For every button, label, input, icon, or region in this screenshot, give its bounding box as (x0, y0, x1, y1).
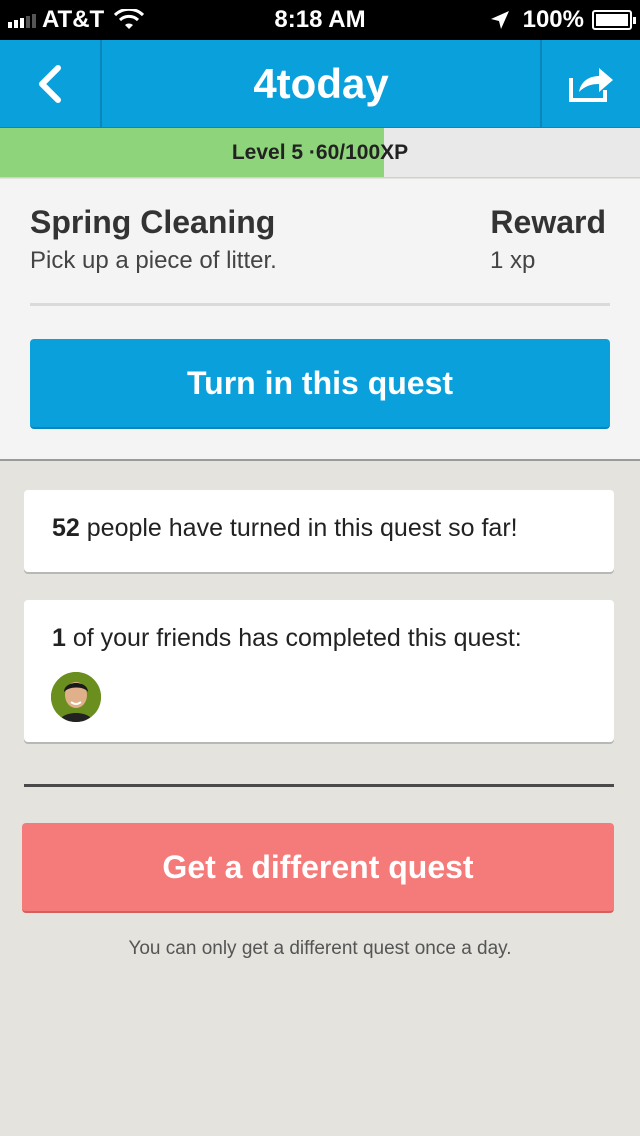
back-button[interactable] (0, 40, 102, 128)
reward-label: Reward (490, 204, 606, 240)
people-stats-text: 52 people have turned in this quest so f… (52, 514, 518, 543)
xp-unit-text: XP (380, 141, 409, 164)
get-different-quest-button[interactable]: Get a different quest (22, 823, 614, 913)
chevron-left-icon (39, 65, 61, 103)
location-arrow-icon (490, 11, 509, 29)
turn-in-quest-button[interactable]: Turn in this quest (30, 339, 610, 429)
people-stats-label: people have turned in this quest so far! (79, 514, 518, 542)
divider (30, 303, 610, 306)
reward-value: 1 xp (490, 247, 536, 274)
section-separator (24, 784, 614, 787)
friends-stats-label: of your friends has completed this quest… (65, 624, 522, 652)
people-stats-card: 52 people have turned in this quest so f… (24, 490, 614, 572)
people-count: 52 (52, 514, 80, 542)
friend-avatar-image (51, 672, 101, 722)
quest-description: Pick up a piece of litter. (30, 247, 277, 274)
friend-avatar[interactable] (51, 672, 101, 722)
battery-percent: 100% (522, 6, 584, 33)
xp-label: Level 5 · 60/100 XP (0, 128, 640, 178)
xp-level-text: Level 5 · (231, 141, 316, 164)
friends-stats-card: 1 of your friends has completed this que… (24, 600, 614, 742)
share-button[interactable] (540, 40, 640, 128)
battery-icon (592, 10, 636, 30)
navigation-bar: 4today (0, 40, 640, 128)
different-quest-note: You can only get a different quest once … (128, 938, 512, 959)
quest-panel: Spring Cleaning Pick up a piece of litte… (0, 179, 640, 461)
xp-value-text: 60/100 (315, 141, 381, 164)
status-bar: AT&T 8:18 AM 100% (0, 0, 640, 40)
xp-progress-bar: Level 5 · 60/100 XP (0, 128, 640, 178)
app-title: 4today (253, 60, 389, 107)
quest-title: Spring Cleaning (30, 204, 276, 240)
friends-stats-text: 1 of your friends has completed this que… (52, 624, 522, 653)
friends-count: 1 (52, 624, 66, 652)
share-icon (569, 68, 613, 102)
